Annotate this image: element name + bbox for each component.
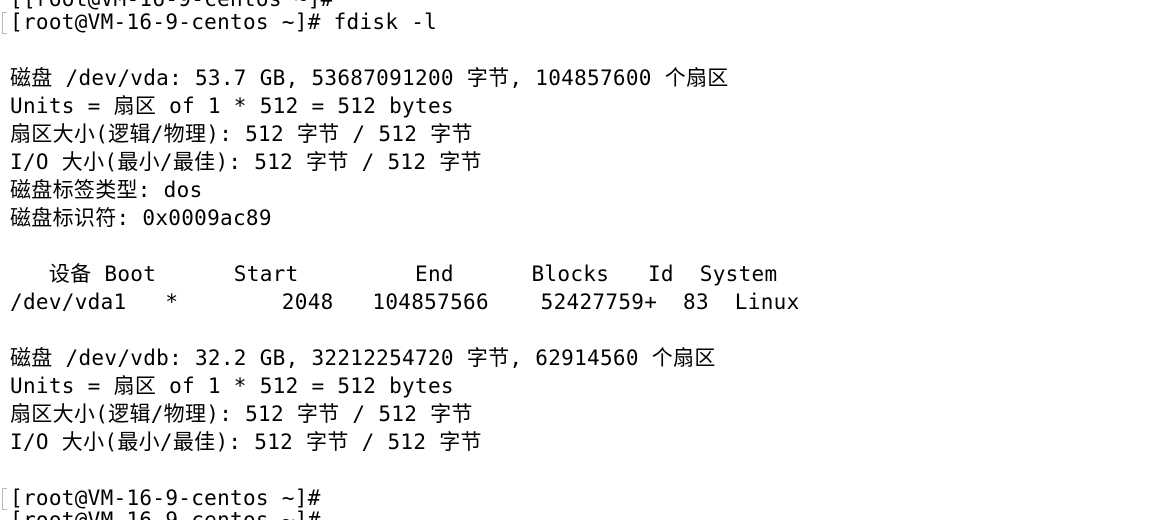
terminal-line-vdb-summary: 磁盘 /dev/vdb: 32.2 GB, 32212254720 字节, 62… (10, 346, 716, 370)
terminal-line-prompt-partial: [root@VM-16-9-centos ~]# (10, 508, 321, 520)
terminal-line-vda-identifier: 磁盘标识符: 0x0009ac89 (10, 206, 272, 230)
terminal-line-vda-io-size: I/O 大小(最小/最佳): 512 字节 / 512 字节 (10, 150, 482, 174)
terminal-line-vdb-sector-size: 扇区大小(逻辑/物理): 512 字节 / 512 字节 (10, 402, 473, 426)
terminal-line-vda-units: Units = 扇区 of 1 * 512 = 512 bytes (10, 94, 454, 118)
terminal-line-command-fdisk: [root@VM-16-9-centos ~]# fdisk -l (10, 10, 438, 34)
terminal-line-vdb-io-size: I/O 大小(最小/最佳): 512 字节 / 512 字节 (10, 430, 482, 454)
partition-table-row: /dev/vda1 * 2048 104857566 52427759+ 83 … (10, 290, 800, 314)
terminal-line-vda-sector-size: 扇区大小(逻辑/物理): 512 字节 / 512 字节 (10, 122, 473, 146)
terminal-window[interactable]: [[root@VM-16-9-centos ~]# [root@VM-16-9-… (0, 0, 1152, 520)
command-mark-icon (2, 488, 7, 510)
terminal-line-vda-summary: 磁盘 /dev/vda: 53.7 GB, 53687091200 字节, 10… (10, 66, 729, 90)
partition-table-header: 设备 Boot Start End Blocks Id System (10, 262, 778, 286)
terminal-line-vda-label-type: 磁盘标签类型: dos (10, 178, 203, 202)
terminal-line-vdb-units: Units = 扇区 of 1 * 512 = 512 bytes (10, 374, 454, 398)
command-mark-icon (2, 12, 7, 34)
